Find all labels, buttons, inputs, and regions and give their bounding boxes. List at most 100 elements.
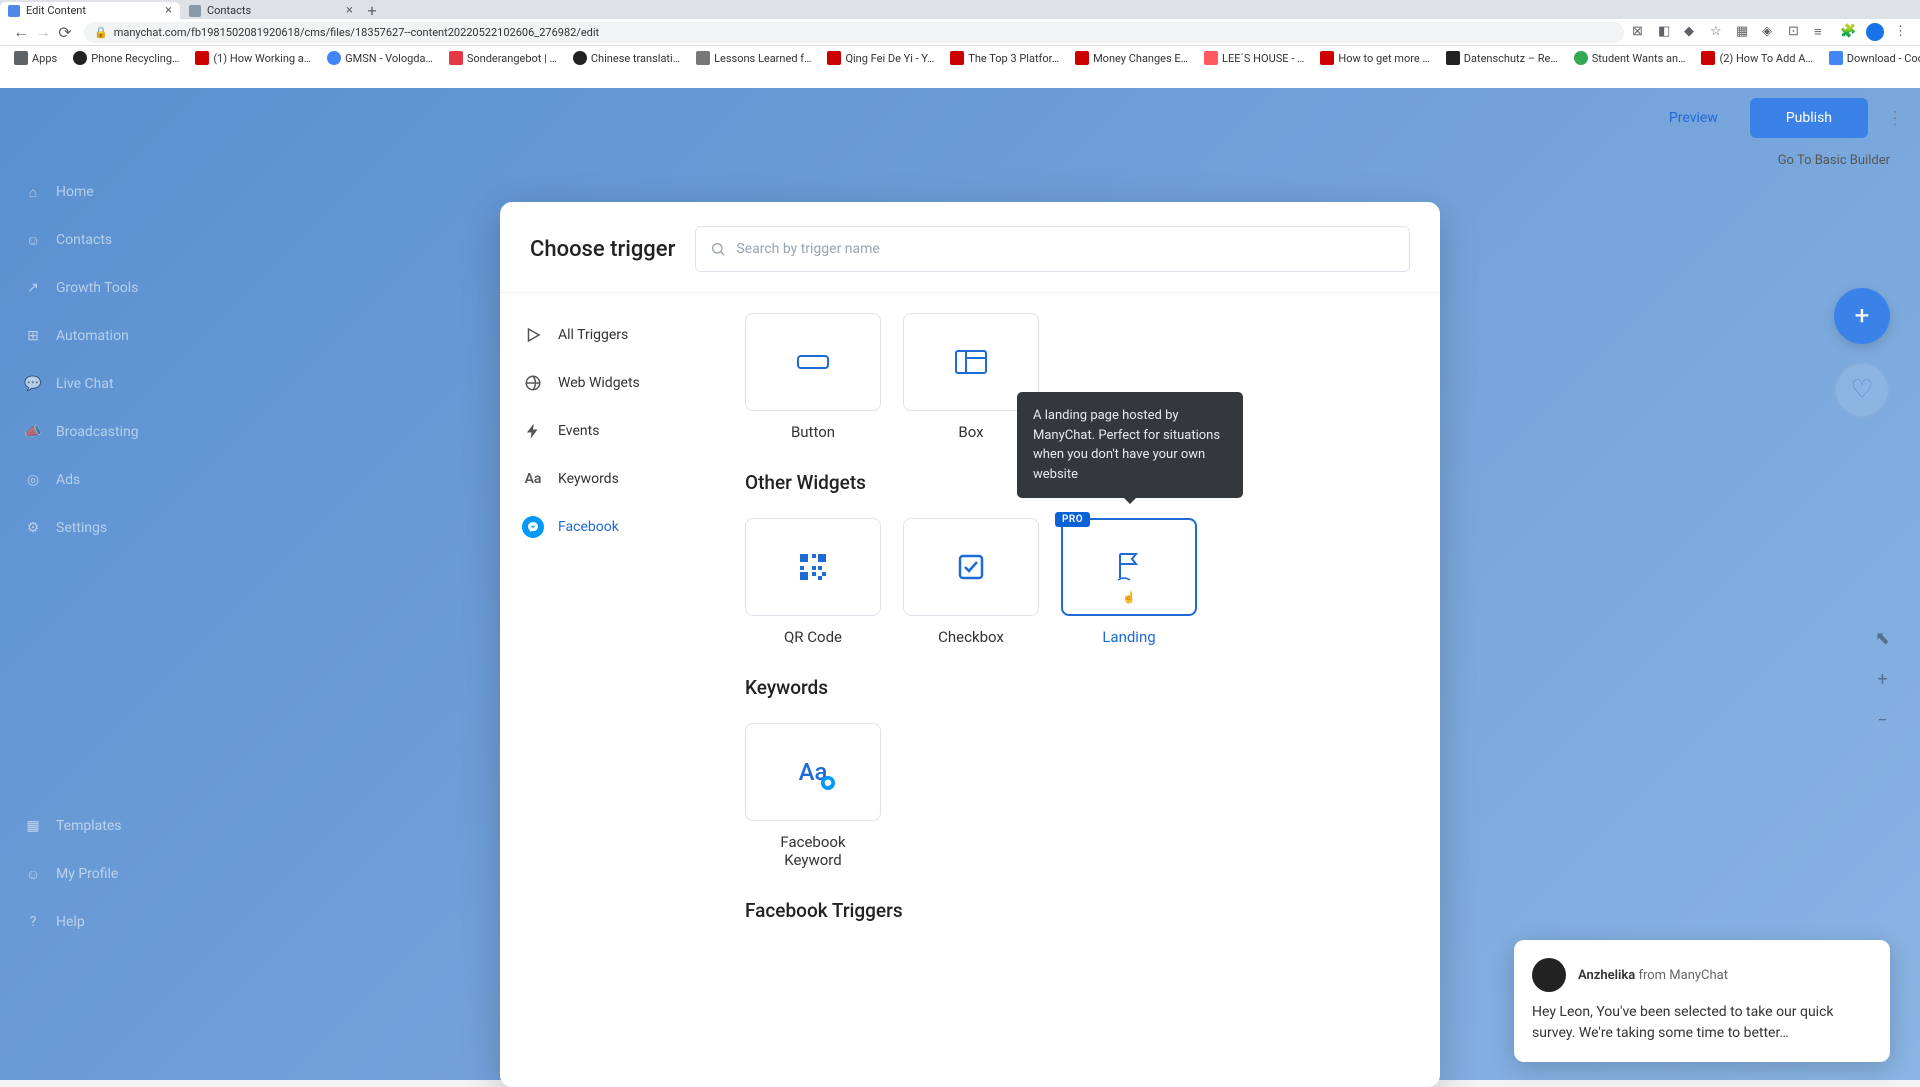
bolt-icon [522, 420, 544, 442]
bookmark-item[interactable]: (1) How Working a… [191, 49, 315, 67]
trigger-label: QR Code [784, 628, 842, 646]
tab-close-icon[interactable]: × [346, 3, 353, 18]
youtube-icon [1075, 51, 1089, 65]
trigger-facebook-keyword[interactable]: Aa Facebook Keyword [745, 723, 881, 869]
new-tab-button[interactable]: + [362, 2, 382, 19]
search-input[interactable] [736, 241, 1395, 257]
app-canvas: ⌂Home ☺Contacts ↗Growth Tools ⊞Automatio… [0, 88, 1920, 1080]
extension-icon[interactable]: ≡ [1814, 24, 1830, 40]
other-widgets-row: QR Code Checkbox PRO ☝ [745, 518, 1410, 646]
trigger-landing[interactable]: PRO ☝ Landing A landing page hosted by M… [1061, 518, 1197, 646]
pointer-icon[interactable]: ⬉ [1875, 628, 1890, 649]
browser-tab-active[interactable]: Edit Content × [0, 2, 180, 19]
search-field[interactable] [695, 226, 1410, 272]
extension-icon[interactable]: ⊡ [1788, 24, 1804, 40]
sidebar-item[interactable]: ⌂Home [0, 168, 240, 216]
help-icon: ? [24, 913, 42, 931]
bookmark-favicon [696, 51, 710, 65]
bookmark-item[interactable]: Apps [10, 49, 61, 67]
bookmark-item[interactable]: Chinese translati… [569, 49, 684, 67]
extension-icon[interactable]: ◧ [1658, 24, 1674, 40]
trigger-label: Checkbox [938, 628, 1004, 646]
chat-avatar [1532, 958, 1566, 992]
pro-badge: PRO [1055, 512, 1090, 527]
trigger-card-box[interactable]: PRO ☝ [1061, 518, 1197, 616]
trigger-qr-code[interactable]: QR Code [745, 518, 881, 646]
url-field[interactable]: 🔒 manychat.com/fb198150208192061​8/cms/f… [84, 22, 1624, 43]
sidebar-item-help[interactable]: ?Help [0, 898, 240, 946]
extension-icon[interactable]: ▦ [1736, 24, 1752, 40]
trigger-checkbox[interactable]: Checkbox [903, 518, 1039, 646]
extension-icon[interactable]: ◆ [1684, 24, 1700, 40]
bookmark-item[interactable]: Lessons Learned f… [692, 49, 815, 67]
category-facebook[interactable]: Facebook [500, 503, 715, 551]
bookmark-item[interactable]: Datenschutz – Re… [1442, 49, 1562, 67]
reload-button[interactable]: ⟳ [54, 21, 76, 43]
zoom-out-icon[interactable]: − [1877, 710, 1887, 731]
go-basic-builder-link[interactable]: Go To Basic Builder [1778, 153, 1890, 168]
bookmark-item[interactable]: Money Changes E… [1071, 49, 1192, 67]
bookmark-item[interactable]: Qing Fei De Yi - Y… [823, 49, 938, 67]
trigger-card-box[interactable] [745, 518, 881, 616]
favorite-fab[interactable]: ♡ [1834, 362, 1890, 418]
trigger-button[interactable]: Button [745, 313, 881, 441]
sidebar-item[interactable]: ↗Growth Tools [0, 264, 240, 312]
bookmark-item[interactable]: How to get more … [1316, 49, 1433, 67]
sidebar-item[interactable]: ⚙Settings [0, 504, 240, 552]
tab-favicon [8, 5, 20, 17]
search-icon [710, 241, 726, 257]
translate-icon[interactable]: ⊠ [1632, 24, 1648, 40]
sidebar-item[interactable]: ☺Contacts [0, 216, 240, 264]
browser-tab[interactable]: Contacts × [181, 2, 361, 19]
browser-menu-icon[interactable]: ⋮ [1894, 24, 1910, 40]
more-menu-icon[interactable]: ⋮ [1880, 108, 1910, 129]
bookmark-star-icon[interactable]: ☆ [1710, 24, 1726, 40]
category-keywords[interactable]: Aa Keywords [500, 455, 715, 503]
bookmark-item[interactable]: Phone Recycling… [69, 49, 183, 67]
bookmark-item[interactable]: LEE´S HOUSE - … [1200, 49, 1308, 67]
back-button[interactable]: ← [10, 21, 32, 43]
sidebar-item[interactable]: ◎Ads [0, 456, 240, 504]
publish-button[interactable]: Publish [1750, 98, 1868, 138]
bookmarks-bar: Apps Phone Recycling… (1) How Working a…… [0, 46, 1920, 70]
youtube-icon [827, 51, 841, 65]
bookmark-item[interactable]: Sonderangebot | … [445, 49, 561, 67]
tab-close-icon[interactable]: × [165, 3, 172, 18]
bookmark-item[interactable]: Student Wants an… [1570, 49, 1690, 67]
bookmark-item[interactable]: (2) How To Add A… [1697, 49, 1816, 67]
extensions-menu-icon[interactable]: 🧩 [1840, 24, 1856, 40]
category-all-triggers[interactable]: All Triggers [500, 311, 715, 359]
trigger-card-box[interactable] [745, 313, 881, 411]
canvas-controls: ⬉ + − [1875, 628, 1890, 731]
cursor-icon: ☝ [1122, 591, 1136, 604]
modal-title: Choose trigger [530, 237, 675, 262]
chat-message: Hey Leon, You've been selected to take o… [1532, 1002, 1872, 1044]
apps-icon [14, 51, 28, 65]
play-icon [522, 324, 544, 346]
category-events[interactable]: Events [500, 407, 715, 455]
keywords-row: Aa Facebook Keyword [745, 723, 1410, 869]
trigger-card-box[interactable]: Aa [745, 723, 881, 821]
bookmark-item[interactable]: The Top 3 Platfor… [946, 49, 1063, 67]
url-text: manychat.com/fb198150208192061​8/cms/fil… [114, 26, 599, 39]
category-web-widgets[interactable]: Web Widgets [500, 359, 715, 407]
add-fab[interactable]: + [1834, 288, 1890, 344]
sidebar-item[interactable]: ⊞Automation [0, 312, 240, 360]
bookmark-item[interactable]: Download - Cooki… [1825, 49, 1920, 67]
sidebar-item[interactable]: 💬Live Chat [0, 360, 240, 408]
sidebar-item-profile[interactable]: ☺My Profile [0, 850, 240, 898]
tab-title: Edit Content [26, 4, 86, 17]
category-sidebar: All Triggers Web Widgets Events Aa Keywo… [500, 293, 715, 1087]
bookmark-item[interactable]: GMSN - Vologda… [323, 49, 437, 67]
profile-avatar[interactable] [1866, 23, 1884, 41]
preview-button[interactable]: Preview [1649, 100, 1738, 136]
zoom-in-icon[interactable]: + [1877, 669, 1887, 690]
bookmark-favicon [449, 51, 463, 65]
youtube-icon [950, 51, 964, 65]
sidebar-item-templates[interactable]: ▦Templates [0, 802, 240, 850]
trigger-card-box[interactable] [903, 518, 1039, 616]
chat-widget[interactable]: Anzhelika from ManyChat Hey Leon, You've… [1514, 940, 1890, 1062]
extension-icon[interactable]: ◈ [1762, 24, 1778, 40]
sidebar-item[interactable]: 📣Broadcasting [0, 408, 240, 456]
forward-button[interactable]: → [32, 21, 54, 43]
